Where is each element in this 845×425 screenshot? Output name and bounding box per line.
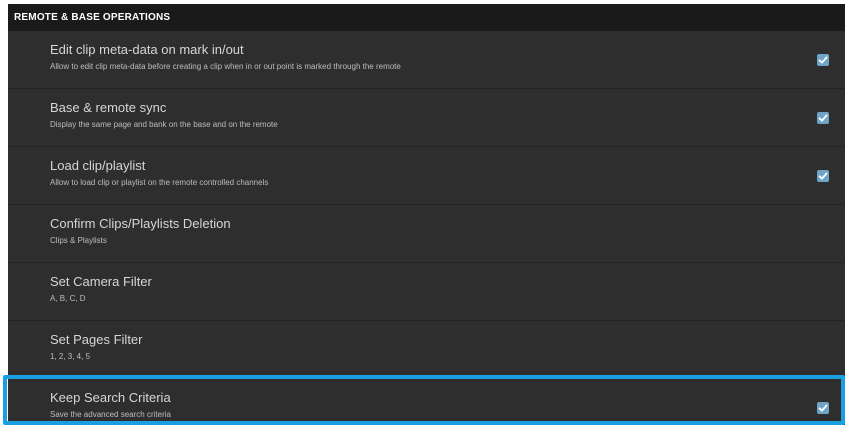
setting-description: Allow to load clip or playlist on the re… bbox=[50, 178, 269, 187]
settings-panel: REMOTE & BASE OPERATIONS Edit clip meta-… bbox=[8, 4, 845, 425]
checkbox-checked-icon[interactable] bbox=[817, 54, 829, 66]
setting-row-edit-clip-metadata[interactable]: Edit clip meta-data on mark in/out Allow… bbox=[8, 31, 845, 89]
setting-title: Set Camera Filter bbox=[50, 274, 152, 289]
setting-description: Clips & Playlists bbox=[50, 236, 107, 245]
checkbox-checked-icon[interactable] bbox=[817, 170, 829, 182]
setting-title: Keep Search Criteria bbox=[50, 390, 171, 405]
checkbox-checked-icon[interactable] bbox=[817, 112, 829, 124]
setting-row-base-remote-sync[interactable]: Base & remote sync Display the same page… bbox=[8, 89, 845, 147]
setting-row-load-clip-playlist[interactable]: Load clip/playlist Allow to load clip or… bbox=[8, 147, 845, 205]
setting-row-pages-filter[interactable]: Set Pages Filter 1, 2, 3, 4, 5 bbox=[8, 321, 845, 379]
checkbox-checked-icon[interactable] bbox=[817, 402, 829, 414]
setting-title: Load clip/playlist bbox=[50, 158, 146, 173]
setting-description: Display the same page and bank on the ba… bbox=[50, 120, 278, 129]
setting-description: Save the advanced search criteria bbox=[50, 410, 171, 419]
setting-description: Allow to edit clip meta-data before crea… bbox=[50, 62, 401, 71]
setting-title: Edit clip meta-data on mark in/out bbox=[50, 42, 244, 57]
setting-title: Base & remote sync bbox=[50, 100, 167, 115]
setting-description: A, B, C, D bbox=[50, 294, 86, 303]
section-header: REMOTE & BASE OPERATIONS bbox=[8, 4, 845, 31]
setting-title: Confirm Clips/Playlists Deletion bbox=[50, 216, 231, 231]
setting-description: 1, 2, 3, 4, 5 bbox=[50, 352, 91, 361]
setting-row-camera-filter[interactable]: Set Camera Filter A, B, C, D bbox=[8, 263, 845, 321]
setting-title: Set Pages Filter bbox=[50, 332, 143, 347]
setting-row-keep-search-criteria[interactable]: Keep Search Criteria Save the advanced s… bbox=[8, 379, 845, 425]
setting-row-confirm-deletion[interactable]: Confirm Clips/Playlists Deletion Clips &… bbox=[8, 205, 845, 263]
